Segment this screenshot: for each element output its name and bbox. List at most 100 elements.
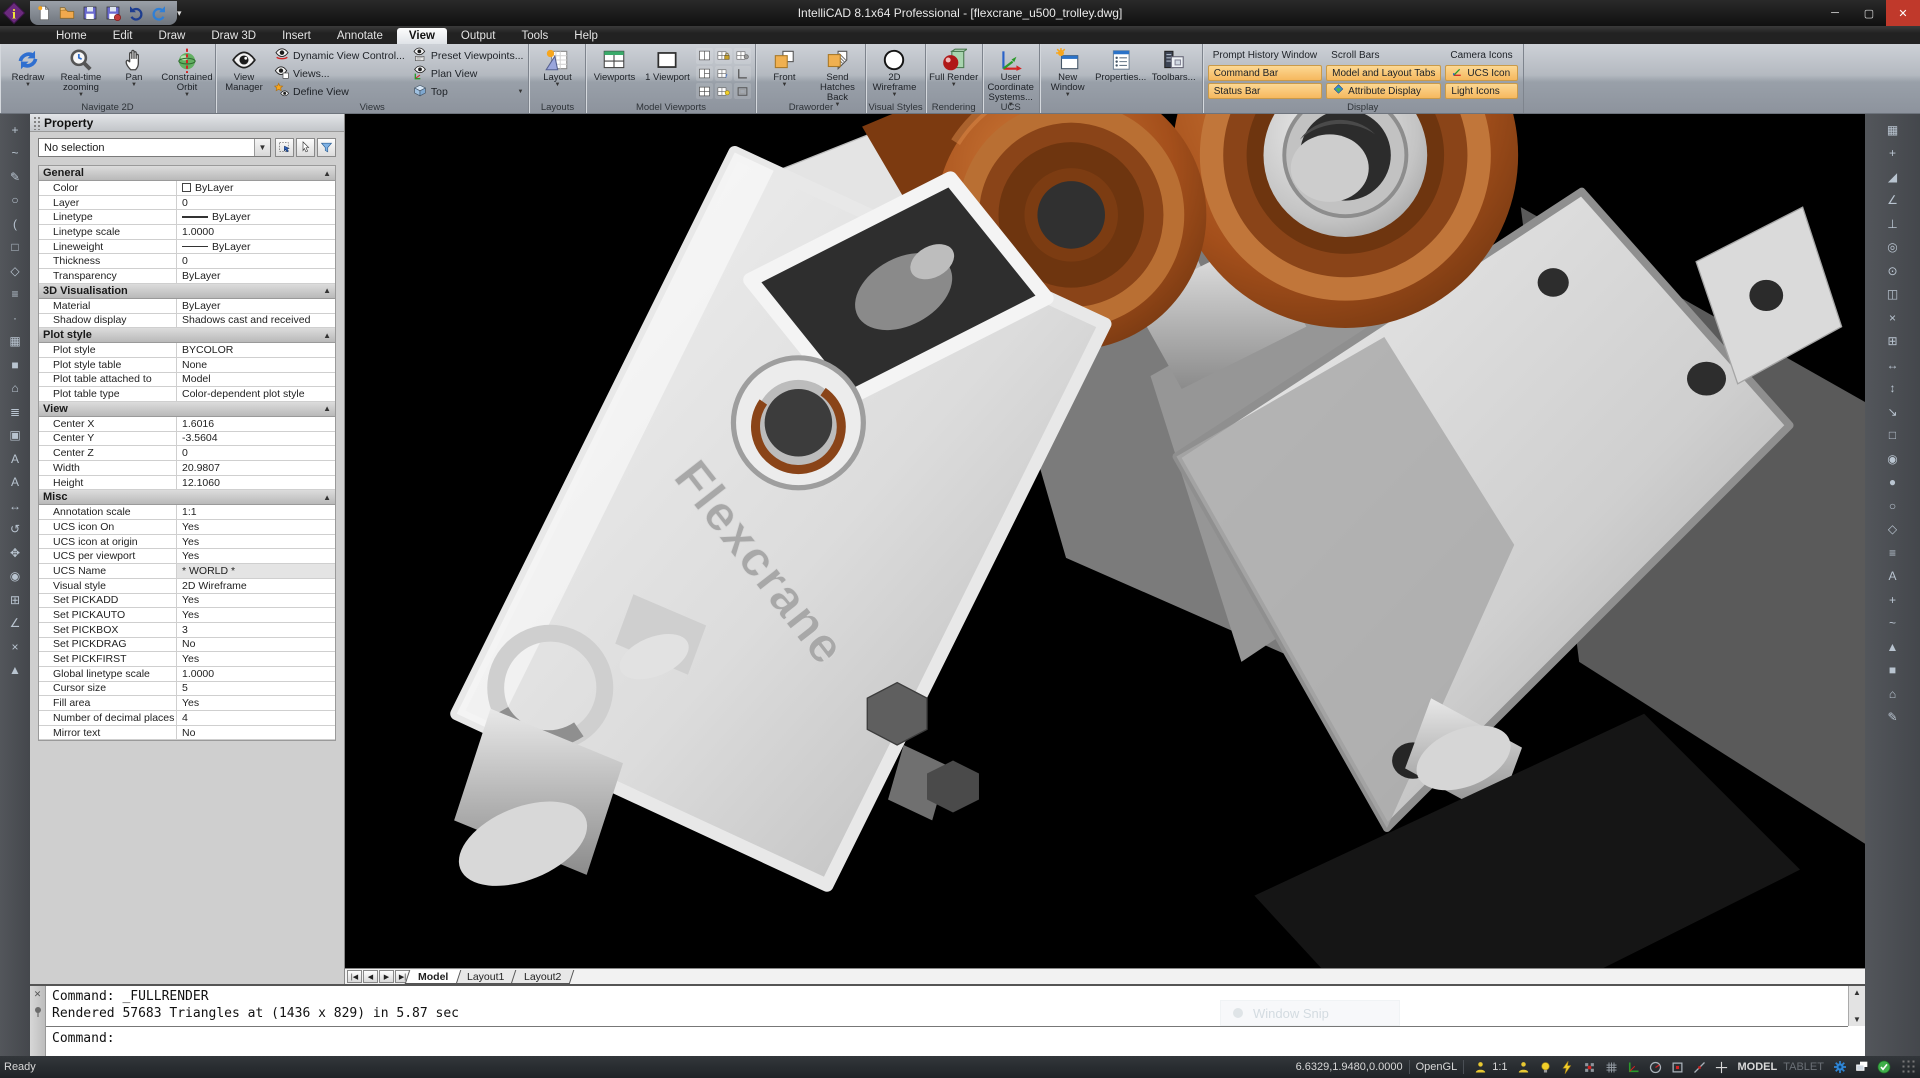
list-icon[interactable]: ≡ xyxy=(1883,543,1903,562)
command-prompt[interactable]: Command: xyxy=(46,1027,1848,1050)
minimize-button[interactable]: ─ xyxy=(1818,0,1852,26)
model-and-layout-tabs-toggle[interactable]: Model and Layout Tabs xyxy=(1326,65,1441,81)
redraw-button[interactable]: Redraw▼ xyxy=(2,45,54,102)
tab-view[interactable]: View xyxy=(397,28,447,44)
property-value[interactable]: 0 xyxy=(177,254,335,268)
dropdown-arrow-icon[interactable]: ▼ xyxy=(506,89,524,95)
dropdown-arrow-icon[interactable]: ▼ xyxy=(554,83,560,88)
rectangle-tool-icon[interactable]: □ xyxy=(5,238,25,257)
new-file-icon[interactable] xyxy=(34,3,54,23)
crosshair-big-toggle[interactable] xyxy=(1712,1058,1732,1076)
wave-icon[interactable]: ~ xyxy=(1883,614,1903,633)
arc-tool-icon[interactable]: ( xyxy=(5,214,25,233)
property-value[interactable]: Yes xyxy=(177,652,335,666)
collapse-icon[interactable]: ▲ xyxy=(323,493,331,502)
property-value[interactable]: 1:1 xyxy=(177,505,335,519)
property-value[interactable]: No xyxy=(177,726,335,740)
tab-layout1[interactable]: Layout1 xyxy=(454,970,518,984)
collapse-icon[interactable]: ▲ xyxy=(323,404,331,413)
plan-view-item[interactable]: Plan View xyxy=(412,65,524,82)
quick-select-button[interactable] xyxy=(275,138,294,157)
center-snap-icon[interactable]: ◎ xyxy=(1883,238,1903,257)
property-value[interactable]: 5 xyxy=(177,682,335,696)
nearest-snap-icon[interactable]: ● xyxy=(1883,473,1903,492)
tab-model[interactable]: Model xyxy=(405,970,462,984)
tab-annotate[interactable]: Annotate xyxy=(325,28,395,44)
home-tool-icon[interactable]: ⌂ xyxy=(5,379,25,398)
dropdown-arrow-icon[interactable]: ▼ xyxy=(184,93,190,98)
filter-button[interactable] xyxy=(317,138,336,157)
property-value[interactable]: Yes xyxy=(177,594,335,608)
toolbars-button[interactable]: Toolbars... xyxy=(1148,45,1200,102)
customize-quick-access-icon[interactable]: ▾ xyxy=(177,8,182,19)
next-tab-button[interactable]: ▶ xyxy=(379,970,394,983)
layout-windows-button[interactable] xyxy=(1852,1058,1872,1076)
vp-split3-button[interactable] xyxy=(696,66,713,82)
line-tool-icon[interactable]: ≡ xyxy=(5,285,25,304)
collapse-icon[interactable]: ▲ xyxy=(323,331,331,340)
property-value[interactable]: 1.6016 xyxy=(177,417,335,431)
dropdown-arrow-icon[interactable]: ▼ xyxy=(78,93,84,98)
property-value[interactable]: No xyxy=(177,638,335,652)
property-value[interactable]: 3 xyxy=(177,623,335,637)
send-hatches-back-button[interactable]: Send Hatches Back▼ xyxy=(811,45,863,102)
properties-button[interactable]: Properties... xyxy=(1095,45,1147,102)
property-value[interactable]: Shadows cast and received xyxy=(177,314,335,328)
dropdown-arrow-icon[interactable]: ▼ xyxy=(781,83,787,88)
pan-button[interactable]: Pan▼ xyxy=(108,45,160,102)
property-value[interactable]: ByLayer xyxy=(177,210,335,224)
property-value[interactable]: 0 xyxy=(177,446,335,460)
save-icon[interactable] xyxy=(80,3,100,23)
vertical-snap-icon[interactable]: ↕ xyxy=(1883,379,1903,398)
perp-snap-icon[interactable]: ⊥ xyxy=(1883,214,1903,233)
full-render-button[interactable]: Full Render▼ xyxy=(928,45,980,102)
first-tab-button[interactable]: |◀ xyxy=(347,970,362,983)
renderer-label[interactable]: OpenGL xyxy=(1416,1061,1458,1073)
property-value[interactable]: None xyxy=(177,358,335,372)
polygon-tool-icon[interactable]: ◇ xyxy=(5,261,25,280)
vp-split4-button[interactable] xyxy=(696,83,713,99)
property-panel-header[interactable]: Property xyxy=(30,114,344,132)
tab-draw[interactable]: Draw xyxy=(147,28,198,44)
property-value[interactable]: Yes xyxy=(177,696,335,710)
vp-lock-button[interactable] xyxy=(715,48,732,64)
section-header[interactable]: Plot style▲ xyxy=(39,328,335,343)
erase-tool-icon[interactable]: × xyxy=(5,637,25,656)
dropdown-arrow-icon[interactable]: ▼ xyxy=(25,83,31,88)
horizontal-snap-icon[interactable]: ↔ xyxy=(1883,355,1903,374)
collapse-icon[interactable]: ▲ xyxy=(323,169,331,178)
midpoint-snap-icon[interactable]: ◫ xyxy=(1883,285,1903,304)
collapse-icon[interactable]: ▲ xyxy=(323,286,331,295)
redo-icon[interactable] xyxy=(149,3,169,23)
dropdown-arrow-icon[interactable]: ▼ xyxy=(131,83,137,88)
block-tool-icon[interactable]: ▣ xyxy=(5,426,25,445)
quadrant-snap-icon[interactable]: □ xyxy=(1883,426,1903,445)
circle-tool-icon[interactable]: ○ xyxy=(5,191,25,210)
property-value[interactable]: 4 xyxy=(177,711,335,725)
light-icons-toggle[interactable]: Light Icons xyxy=(1445,83,1517,99)
intersection-snap-icon[interactable]: ⊞ xyxy=(1883,332,1903,351)
command-scrollbar[interactable]: ▲ ▼ xyxy=(1848,986,1865,1026)
property-value[interactable]: Yes xyxy=(177,520,335,534)
property-value[interactable]: -3.5604 xyxy=(177,432,335,446)
measure-tool-icon[interactable]: ∠ xyxy=(5,614,25,633)
freehand-tool-icon[interactable]: ~ xyxy=(5,144,25,163)
tablet-toggle[interactable]: TABLET xyxy=(1783,1061,1824,1073)
property-value[interactable]: 1.0000 xyxy=(177,225,335,239)
grid-snap-icon[interactable]: ▦ xyxy=(1883,120,1903,139)
views-item[interactable]: Views... xyxy=(274,65,405,82)
undo-icon[interactable] xyxy=(126,3,146,23)
tab-insert[interactable]: Insert xyxy=(270,28,323,44)
mtext-tool-icon[interactable]: A xyxy=(5,473,25,492)
property-value[interactable]: ByLayer xyxy=(177,181,335,195)
triangle-tool-icon[interactable]: ▲ xyxy=(5,661,25,680)
tab-help[interactable]: Help xyxy=(562,28,610,44)
property-value[interactable]: ByLayer xyxy=(177,269,335,283)
settings-gear-button[interactable] xyxy=(1830,1058,1850,1076)
section-header[interactable]: View▲ xyxy=(39,402,335,417)
select-objects-button[interactable] xyxy=(296,138,315,157)
user-coordinate-systems-button[interactable]: User Coordinate Systems...▼ xyxy=(985,45,1037,102)
open-file-icon[interactable] xyxy=(57,3,77,23)
scroll-bars-toggle[interactable]: Scroll Bars xyxy=(1326,47,1441,63)
property-value[interactable]: Yes xyxy=(177,549,335,563)
